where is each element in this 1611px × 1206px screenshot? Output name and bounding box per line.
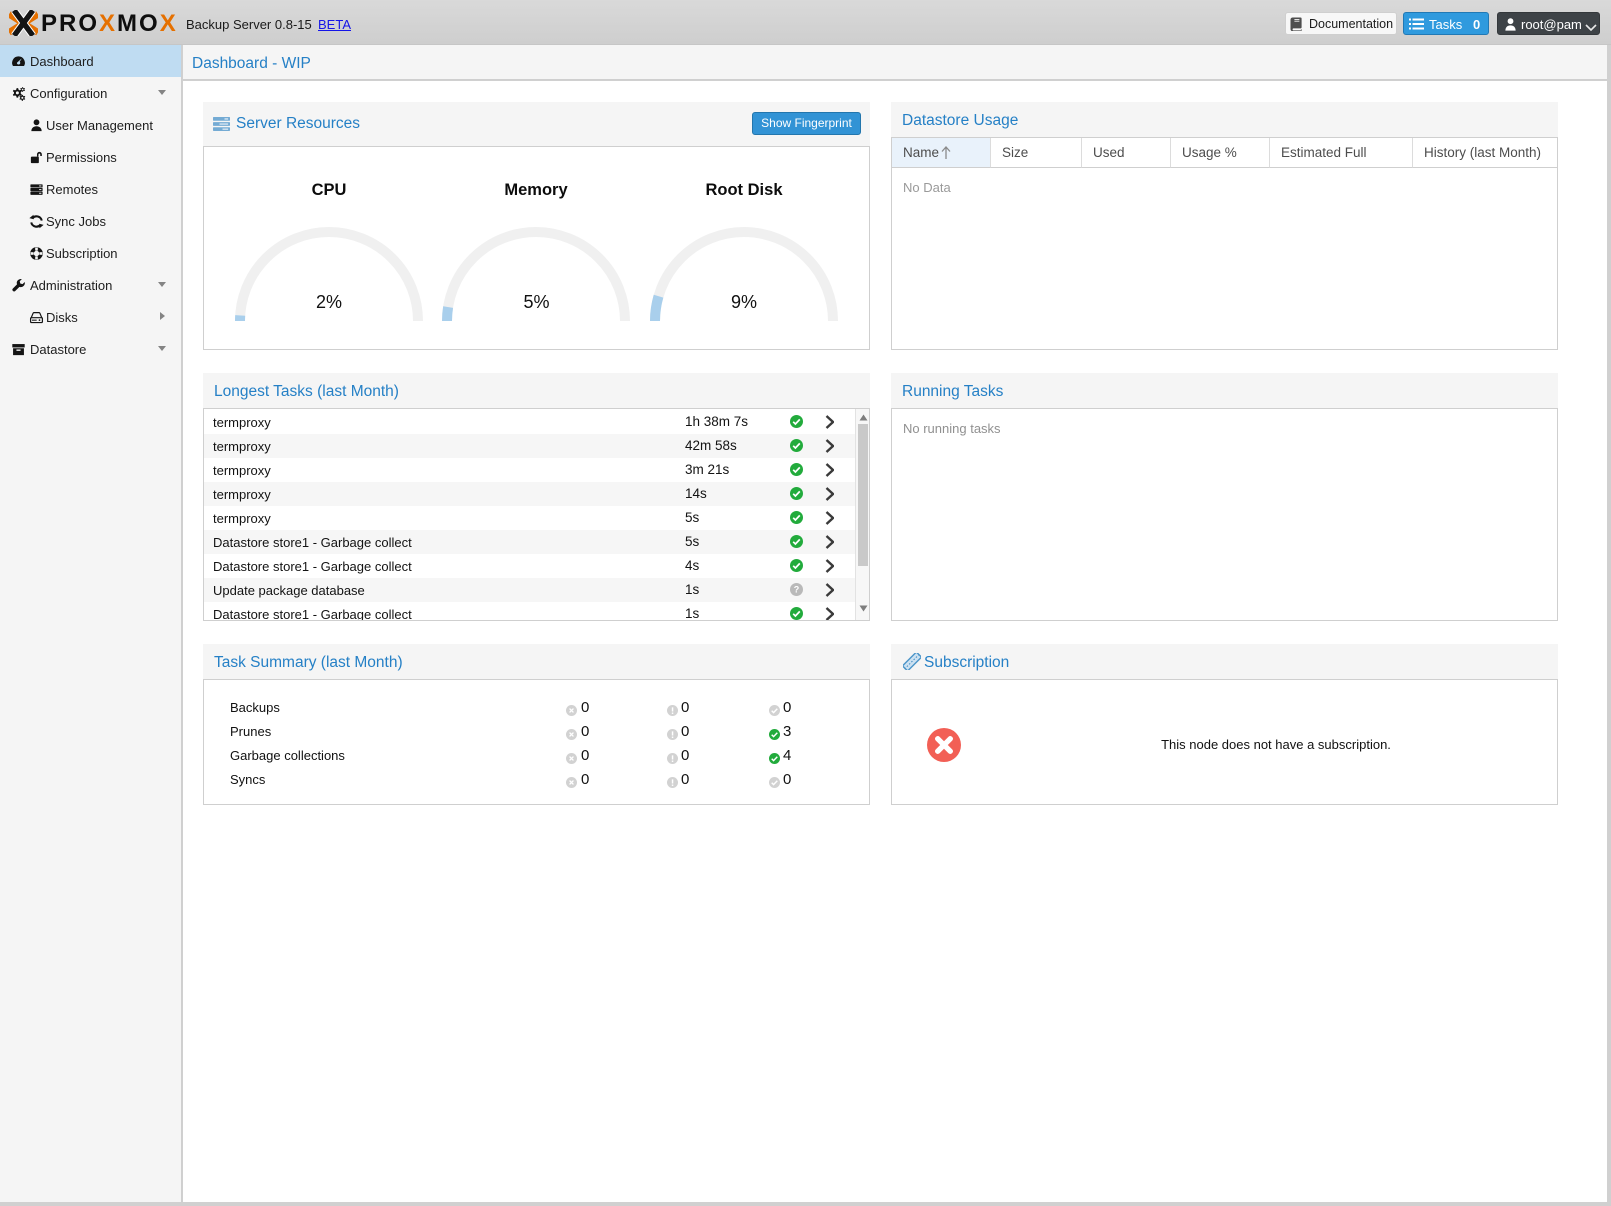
svg-text:?: ? [794,585,800,595]
